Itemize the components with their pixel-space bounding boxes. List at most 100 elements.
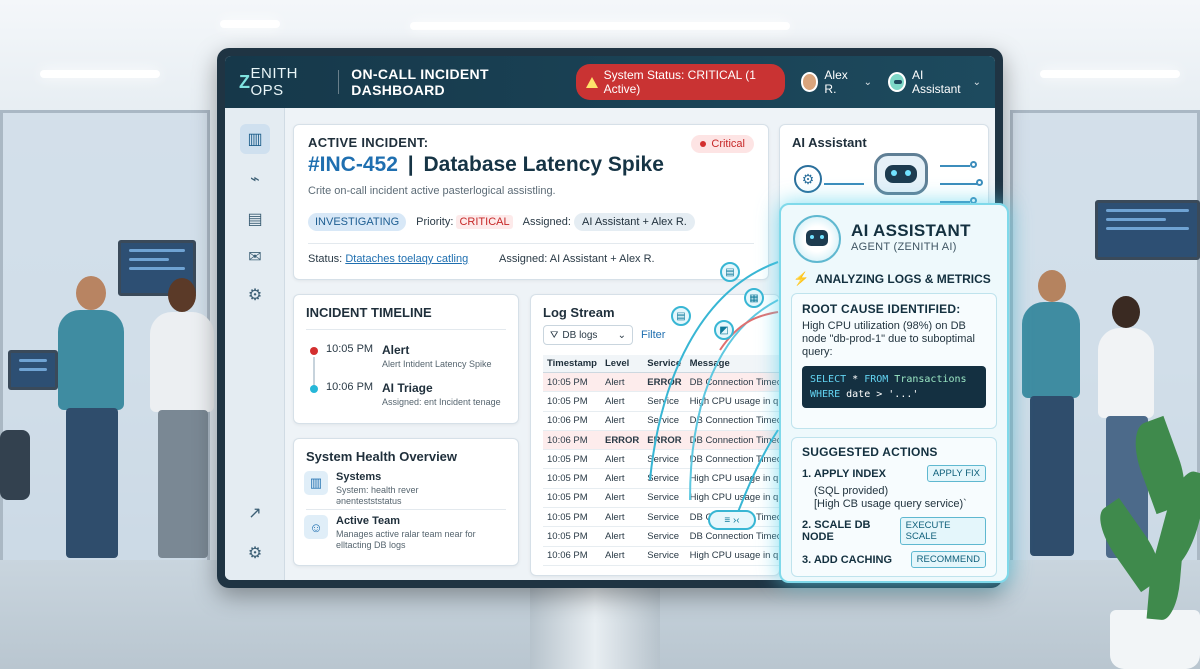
dashboard-title: ON-CALL INCIDENT DASHBOARD <box>351 66 489 98</box>
root-cause-box: ROOT CAUSE IDENTIFIED: High CPU utilizat… <box>791 293 997 429</box>
log-service: Service <box>643 526 686 547</box>
ai-assistant-menu[interactable]: AI Assistant ⌄ <box>888 68 981 96</box>
robot-illustration <box>866 147 936 209</box>
column-header[interactable]: Service <box>643 355 686 373</box>
user-menu[interactable]: Alex R. ⌄ <box>800 68 872 96</box>
sidebar-item-messages[interactable]: ✉ <box>240 242 270 272</box>
incident-id[interactable]: #INC-452 <box>308 153 398 176</box>
status-dot <box>700 141 707 147</box>
timeline-item[interactable]: 10:06 PM AI Triage Assigned: ent Inciden… <box>310 381 501 407</box>
sidebar: ▥ ⌁ ▤ ✉ ⚙ ↗ ⚙ <box>225 108 285 580</box>
log-timestamp: 10:06 PM <box>543 430 601 451</box>
status-tag[interactable]: INVESTIGATING <box>308 213 407 231</box>
code-keyword: WHERE <box>810 389 841 400</box>
filter-button[interactable]: Filter <box>641 329 665 341</box>
log-message: High CPU usage in query <box>685 468 779 489</box>
logo-mark: Z <box>239 71 251 92</box>
table-row[interactable]: 10:05 PMAlertServiceDB Connection Timeou… <box>543 449 779 470</box>
log-service: Service <box>643 411 686 431</box>
gear-icon[interactable]: ⚙ <box>794 165 822 193</box>
log-level: Alert <box>600 391 644 412</box>
sidebar-item-settings[interactable]: ⚙ <box>240 280 270 310</box>
assigned-value[interactable]: AI Assistant + Alex R. <box>573 213 695 231</box>
incident-timeline-card: INCIDENT TIMELINE 10:05 PM Alert Alert I… <box>293 294 519 424</box>
log-level: ERROR <box>600 430 644 451</box>
pulse-monitor-icon: ⌁ <box>250 171 260 188</box>
suggested-actions-title: SUGGESTED ACTIONS <box>802 445 938 459</box>
column-header[interactable]: Level <box>600 355 644 373</box>
log-timestamp: 10:05 PM <box>543 507 601 528</box>
table-row[interactable]: 10:05 PM Alert ERROR DB Connection Timeout <box>543 372 779 393</box>
log-stream-title: Log Stream <box>543 305 615 320</box>
log-table-header: Timestamp Level Service Message <box>543 355 779 373</box>
code-line: SELECT * FROM Transactions <box>810 372 978 387</box>
incident-title: #INC-452 | Database Latency Spike <box>308 153 664 177</box>
topbar-divider <box>338 70 340 94</box>
ceiling-light <box>220 20 280 28</box>
status-link[interactable]: Dtataches toelaqy catling <box>345 253 468 265</box>
column-header[interactable]: Message <box>685 355 779 373</box>
health-item-team[interactable]: ☺ Active Team Manages active ralar team … <box>304 515 486 551</box>
code-token: date > '...' <box>840 389 919 400</box>
timeline-title: INCIDENT TIMELINE <box>306 305 432 320</box>
code-line: WHERE date > '...' <box>810 387 978 402</box>
log-source-select[interactable]: ⛛ DB logs ⌄ <box>543 325 633 345</box>
sidebar-item-trends[interactable]: ↗ <box>240 498 270 528</box>
office-chair <box>0 430 30 500</box>
system-status-text: System Status: CRITICAL (1 Active) <box>603 68 756 96</box>
circuit-line <box>940 165 970 167</box>
system-status-badge[interactable]: System Status: CRITICAL (1 Active) <box>575 64 785 100</box>
table-row[interactable]: 10:05 PMAlertServiceHigh CPU usage in qu… <box>543 391 779 412</box>
action-label: 2. SCALE DB NODE <box>802 519 871 543</box>
column-header[interactable]: Timestamp <box>543 355 601 373</box>
root-cause-title: ROOT CAUSE IDENTIFIED: <box>802 302 961 316</box>
action-label: 3. ADD CACHING <box>802 553 893 566</box>
table-row[interactable]: 10:06 PM ERROR ERROR DB Connection Timeout <box>543 430 779 451</box>
severity-badge: Critical <box>691 135 754 153</box>
table-row[interactable]: 10:05 PMAlertServiceHigh CPU usage in qu… <box>543 488 779 509</box>
app-logo[interactable]: Z ENITH OPS <box>239 65 326 99</box>
code-keyword: SELECT <box>810 374 847 385</box>
ceiling-light <box>1040 70 1180 78</box>
document-icon: ▤ <box>720 262 740 282</box>
log-service: Service <box>643 546 686 566</box>
stream-icon: ≡ ›‹ <box>708 510 756 530</box>
log-timestamp: 10:05 PM <box>543 372 601 393</box>
apply-fix-button[interactable]: APPLY FIX <box>926 465 986 482</box>
log-service: Service <box>643 449 686 470</box>
table-row[interactable]: 10:06 PM Alert Service DB Connection Timeou… <box>543 411 779 431</box>
sidebar-item-monitoring[interactable]: ⌁ <box>240 164 270 194</box>
monitor-stand <box>530 588 660 669</box>
timeline-item-title: AI Triage <box>382 381 433 395</box>
action-row: 3. ADD CACHING RECOMMEND <box>802 551 986 568</box>
log-table-body: 10:05 PM Alert ERROR DB Connection Timeout 1… <box>543 372 779 566</box>
robot-icon <box>888 72 906 92</box>
sidebar-item-analytics[interactable]: ▤ <box>240 204 270 234</box>
analyzing-status: ⚡ ANALYZING LOGS & METRICS <box>793 271 991 287</box>
document-icon: ▤ <box>671 306 691 326</box>
sql-code-block[interactable]: SELECT * FROM Transactions WHERE date > … <box>802 366 986 408</box>
robot-head <box>874 153 928 195</box>
trend-icon: ↗ <box>248 505 262 522</box>
recommend-button[interactable]: RECOMMEND <box>910 551 986 568</box>
table-row[interactable]: 10:06 PMAlertServiceHigh CPU usage in qu… <box>543 546 779 566</box>
log-filter-row: ⛛ DB logs ⌄ Filter <box>543 325 665 345</box>
log-timestamp: 10:05 PM <box>543 526 601 547</box>
priority-field: Priority: CRITICAL <box>416 215 513 229</box>
assigned-field: Assigned: AI Assistant + Alex R. <box>523 213 695 231</box>
health-item-systems[interactable]: ▥ Systems System: health rever ǝnentests… <box>304 471 486 507</box>
circuit-node <box>970 161 977 168</box>
health-item-title: Active Team <box>336 515 400 527</box>
log-level: Alert <box>600 526 644 547</box>
top-bar: Z ENITH OPS ON-CALL INCIDENT DASHBOARD Sy… <box>225 56 995 108</box>
sidebar-item-dashboard[interactable]: ▥ <box>240 124 270 154</box>
circuit-line <box>824 183 864 185</box>
timeline-dot-triage <box>310 385 318 393</box>
sidebar-item-preferences[interactable]: ⚙ <box>240 538 270 568</box>
log-level: Alert <box>600 411 644 431</box>
timeline-item-sub: Assigned: ent Incident tenage <box>382 397 501 407</box>
execute-scale-button[interactable]: EXECUTE SCALE <box>899 517 986 545</box>
table-row[interactable]: 10:05 PMAlertServiceHigh CPU usage in qu… <box>543 468 779 489</box>
timeline-item[interactable]: 10:05 PM Alert Alert Intident Latency Sp… <box>310 343 492 369</box>
circuit-node <box>976 179 983 186</box>
